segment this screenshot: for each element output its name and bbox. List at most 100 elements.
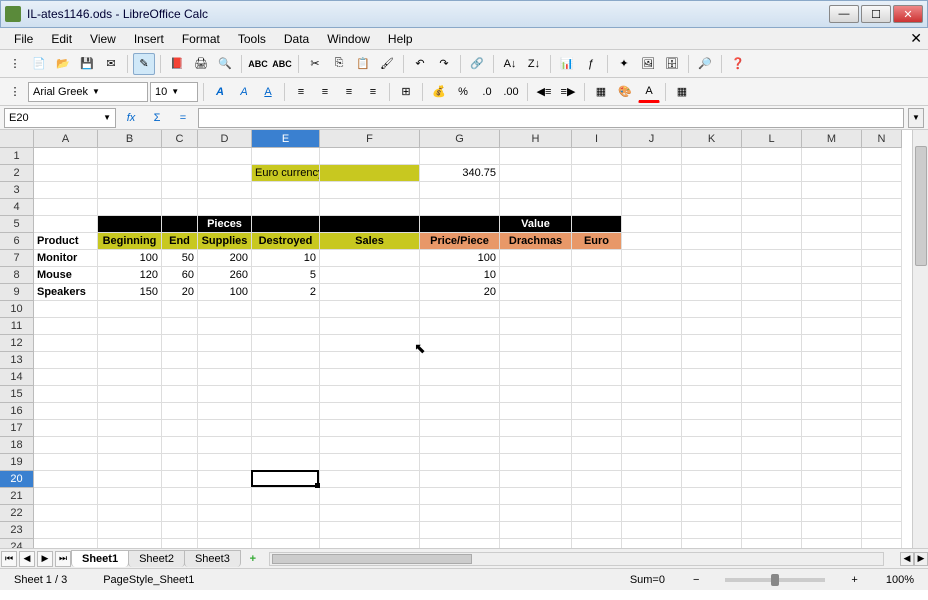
cell-I3[interactable] bbox=[572, 182, 622, 199]
cell-L10[interactable] bbox=[742, 301, 802, 318]
cell-H12[interactable] bbox=[500, 335, 572, 352]
preview-icon[interactable]: 🔍 bbox=[214, 53, 236, 75]
cell-N2[interactable] bbox=[862, 165, 902, 182]
maximize-button[interactable]: ☐ bbox=[861, 5, 891, 23]
cell-N20[interactable] bbox=[862, 471, 902, 488]
cell-D22[interactable] bbox=[198, 505, 252, 522]
cell-I12[interactable] bbox=[572, 335, 622, 352]
cell-C4[interactable] bbox=[162, 199, 198, 216]
row-header-7[interactable]: 7 bbox=[0, 250, 34, 267]
cell-F8[interactable] bbox=[320, 267, 420, 284]
cell-N22[interactable] bbox=[862, 505, 902, 522]
cell-N24[interactable] bbox=[862, 539, 902, 548]
tab-sheet3[interactable]: Sheet3 bbox=[184, 550, 241, 567]
cell-A13[interactable] bbox=[34, 352, 98, 369]
cell-J5[interactable] bbox=[622, 216, 682, 233]
cell-J19[interactable] bbox=[622, 454, 682, 471]
help-icon[interactable]: ❓ bbox=[727, 53, 749, 75]
cell-D10[interactable] bbox=[198, 301, 252, 318]
cell-D13[interactable] bbox=[198, 352, 252, 369]
cell-I8[interactable] bbox=[572, 267, 622, 284]
horizontal-scrollbar[interactable] bbox=[269, 552, 884, 566]
sort-desc-icon[interactable]: Z↓ bbox=[523, 53, 545, 75]
tab-sheet2[interactable]: Sheet2 bbox=[128, 550, 185, 567]
cell-I6[interactable]: Euro bbox=[572, 233, 622, 250]
align-left-icon[interactable]: ≡ bbox=[290, 81, 312, 103]
handle-icon[interactable]: ⋮ bbox=[4, 81, 26, 103]
cell-M2[interactable] bbox=[802, 165, 862, 182]
document-close-icon[interactable]: ✕ bbox=[910, 30, 922, 47]
cell-N10[interactable] bbox=[862, 301, 902, 318]
cell-C13[interactable] bbox=[162, 352, 198, 369]
cell-A19[interactable] bbox=[34, 454, 98, 471]
cell-B13[interactable] bbox=[98, 352, 162, 369]
cell-A5[interactable] bbox=[34, 216, 98, 233]
cell-A8[interactable]: Mouse bbox=[34, 267, 98, 284]
cell-H11[interactable] bbox=[500, 318, 572, 335]
cell-F9[interactable] bbox=[320, 284, 420, 301]
cell-J24[interactable] bbox=[622, 539, 682, 548]
row-header-23[interactable]: 23 bbox=[0, 522, 34, 539]
cell-G12[interactable] bbox=[420, 335, 500, 352]
cell-B9[interactable]: 150 bbox=[98, 284, 162, 301]
cell-E9[interactable]: 2 bbox=[252, 284, 320, 301]
cell-M1[interactable] bbox=[802, 148, 862, 165]
cell-E13[interactable] bbox=[252, 352, 320, 369]
font-name-combo[interactable]: Arial Greek ▼ bbox=[28, 82, 148, 102]
cell-C6[interactable]: End bbox=[162, 233, 198, 250]
redo-icon[interactable]: ↷ bbox=[433, 53, 455, 75]
cell-J6[interactable] bbox=[622, 233, 682, 250]
cell-F15[interactable] bbox=[320, 386, 420, 403]
cell-L23[interactable] bbox=[742, 522, 802, 539]
cell-N9[interactable] bbox=[862, 284, 902, 301]
cell-A9[interactable]: Speakers bbox=[34, 284, 98, 301]
underline-icon[interactable]: A bbox=[257, 81, 279, 103]
cell-G7[interactable]: 100 bbox=[420, 250, 500, 267]
cell-D3[interactable] bbox=[198, 182, 252, 199]
cell-J3[interactable] bbox=[622, 182, 682, 199]
cell-H18[interactable] bbox=[500, 437, 572, 454]
cell-I22[interactable] bbox=[572, 505, 622, 522]
cell-L5[interactable] bbox=[742, 216, 802, 233]
row-header-11[interactable]: 11 bbox=[0, 318, 34, 335]
cell-L2[interactable] bbox=[742, 165, 802, 182]
cell-I1[interactable] bbox=[572, 148, 622, 165]
cell-M24[interactable] bbox=[802, 539, 862, 548]
cell-B19[interactable] bbox=[98, 454, 162, 471]
cell-K8[interactable] bbox=[682, 267, 742, 284]
cell-F1[interactable] bbox=[320, 148, 420, 165]
cell-L14[interactable] bbox=[742, 369, 802, 386]
bgcolor-icon[interactable]: 🎨 bbox=[614, 81, 636, 103]
cell-M15[interactable] bbox=[802, 386, 862, 403]
cell-C8[interactable]: 60 bbox=[162, 267, 198, 284]
cell-G14[interactable] bbox=[420, 369, 500, 386]
cell-I13[interactable] bbox=[572, 352, 622, 369]
cell-F16[interactable] bbox=[320, 403, 420, 420]
cell-B10[interactable] bbox=[98, 301, 162, 318]
cell-H14[interactable] bbox=[500, 369, 572, 386]
function-wizard-icon[interactable]: fx bbox=[120, 107, 142, 129]
cell-A3[interactable] bbox=[34, 182, 98, 199]
cell-A1[interactable] bbox=[34, 148, 98, 165]
cell-J15[interactable] bbox=[622, 386, 682, 403]
cell-G19[interactable] bbox=[420, 454, 500, 471]
cell-K13[interactable] bbox=[682, 352, 742, 369]
cell-F22[interactable] bbox=[320, 505, 420, 522]
cell-L18[interactable] bbox=[742, 437, 802, 454]
cell-M12[interactable] bbox=[802, 335, 862, 352]
merge-cells-icon[interactable]: ⊞ bbox=[395, 81, 417, 103]
align-right-icon[interactable]: ≡ bbox=[338, 81, 360, 103]
cell-A10[interactable] bbox=[34, 301, 98, 318]
cell-H5[interactable]: Value bbox=[500, 216, 572, 233]
cell-G24[interactable] bbox=[420, 539, 500, 548]
page-style[interactable]: PageStyle_Sheet1 bbox=[95, 574, 202, 586]
cell-B24[interactable] bbox=[98, 539, 162, 548]
cell-K3[interactable] bbox=[682, 182, 742, 199]
cell-N5[interactable] bbox=[862, 216, 902, 233]
cell-L12[interactable] bbox=[742, 335, 802, 352]
cell-J23[interactable] bbox=[622, 522, 682, 539]
cell-L21[interactable] bbox=[742, 488, 802, 505]
cell-F18[interactable] bbox=[320, 437, 420, 454]
cell-K10[interactable] bbox=[682, 301, 742, 318]
cell-E12[interactable] bbox=[252, 335, 320, 352]
